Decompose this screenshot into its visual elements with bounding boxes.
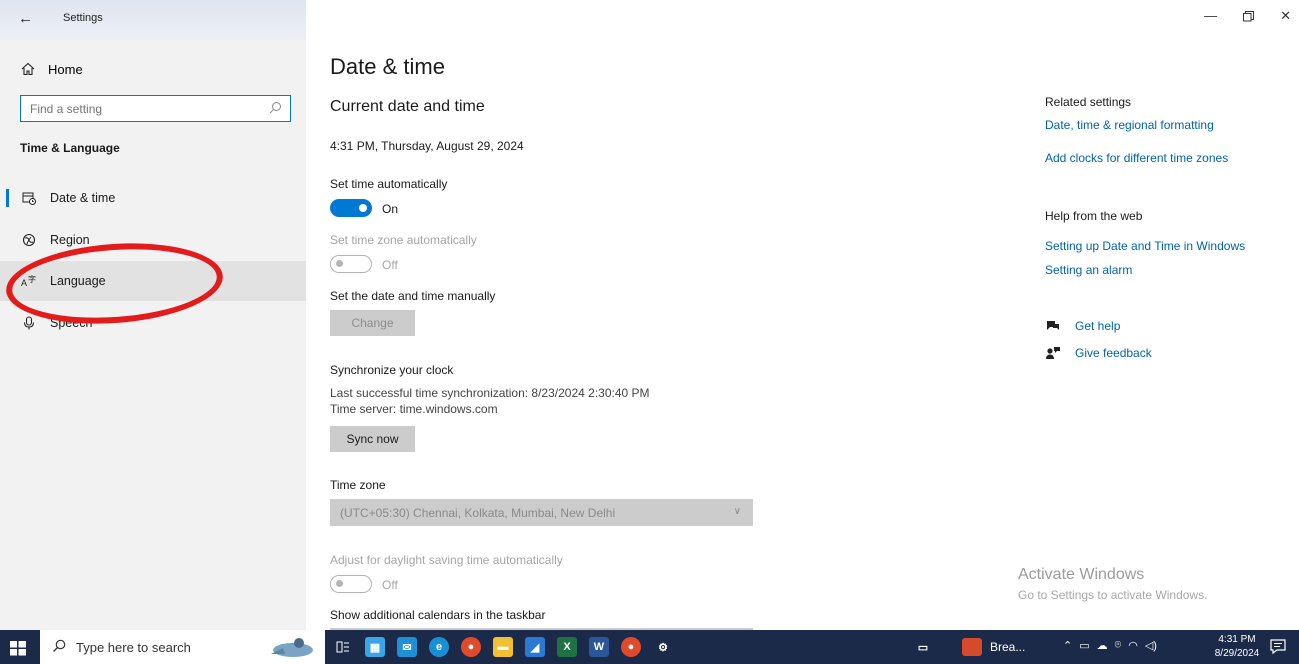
set-timezone-auto-state: Off — [382, 258, 398, 272]
taskbar-app-breakfast[interactable]: Brea... — [962, 634, 1025, 660]
sync-last-time: Last successful time synchronization: 8/… — [330, 386, 650, 400]
battery-icon[interactable]: ▭ — [1079, 639, 1089, 652]
home-label: Home — [48, 61, 83, 77]
dst-toggle[interactable] — [330, 575, 372, 593]
activate-watermark: Activate Windows — [1018, 566, 1145, 583]
app-title: Settings — [63, 12, 103, 24]
chrome-icon[interactable]: ● — [461, 637, 481, 657]
find-setting-search[interactable] — [20, 95, 291, 122]
regional-formatting-link[interactable]: Date, time & regional formatting — [1045, 118, 1214, 132]
related-settings-heading: Related settings — [1045, 95, 1132, 109]
help-date-time-link[interactable]: Setting up Date and Time in Windows — [1045, 239, 1245, 253]
edge-icon[interactable]: e — [429, 637, 449, 657]
home-icon — [20, 61, 36, 77]
page-title: Date & time — [330, 54, 445, 79]
help-alarm-link[interactable]: Setting an alarm — [1045, 263, 1132, 277]
dst-state: Off — [382, 578, 398, 592]
sync-heading: Synchronize your clock — [330, 363, 454, 377]
set-timezone-auto-label: Set time zone automatically — [330, 233, 477, 247]
taskbar-app-label: Brea... — [990, 640, 1026, 654]
home-nav-item[interactable]: Home — [20, 58, 83, 80]
sidebar-item-date-time[interactable]: Date & time — [0, 178, 306, 218]
sidebar-item-label: Region — [50, 233, 90, 247]
sync-time-server: Time server: time.windows.com — [330, 402, 498, 416]
back-arrow-icon[interactable]: ← — [18, 10, 33, 27]
manual-date-label: Set the date and time manually — [330, 289, 496, 303]
additional-calendars-label: Show additional calendars in the taskbar — [330, 608, 546, 622]
search-icon — [52, 639, 66, 656]
change-button[interactable]: Change — [330, 310, 415, 336]
mail-icon[interactable]: ✉ — [397, 637, 417, 657]
taskbar-search[interactable]: Type here to search — [40, 630, 325, 664]
app-icon — [962, 638, 982, 656]
add-clocks-link[interactable]: Add clocks for different time zones — [1045, 151, 1228, 165]
main-content: — ✕ Date & time Current date and time 4:… — [306, 0, 1299, 632]
globe-icon — [20, 233, 38, 247]
sidebar-item-label: Date & time — [50, 191, 116, 205]
window-controls: — ✕ — [1204, 8, 1291, 25]
onedrive-icon[interactable]: ☁ — [1097, 639, 1108, 652]
microphone-icon — [20, 316, 38, 330]
taskbar-search-placeholder: Type here to search — [76, 639, 191, 655]
activate-watermark-sub: Go to Settings to activate Windows. — [1018, 588, 1208, 602]
volume-icon[interactable]: ◁) — [1145, 639, 1157, 652]
calculator-icon[interactable]: ▦ — [365, 637, 385, 657]
taskbar-clock[interactable]: 4:31 PM 8/29/2024 — [1214, 633, 1260, 661]
get-help-link[interactable]: Get help — [1045, 319, 1120, 333]
snipping-tool-icon[interactable]: ◢ — [525, 637, 545, 657]
restore-icon[interactable] — [1243, 8, 1255, 25]
clock-date: 8/29/2024 — [1214, 648, 1260, 659]
set-time-auto-label: Set time automatically — [330, 177, 448, 191]
task-view-icon[interactable] — [333, 637, 353, 657]
selection-indicator — [6, 189, 9, 207]
excel-icon[interactable]: X — [557, 637, 577, 657]
settings-gear-icon[interactable]: ⚙ — [653, 637, 673, 657]
chrome-profile-icon[interactable]: ● — [621, 637, 641, 657]
bluetooth-icon[interactable]: ⌾ — [1115, 639, 1122, 652]
chat-help-icon — [1045, 319, 1063, 333]
search-highlight-icon — [263, 634, 317, 660]
system-tray: ⌃ ▭ ☁ ⌾ ◠ ◁) — [1063, 639, 1157, 652]
sidebar: ← Settings Home Time & Language Date & t… — [0, 0, 306, 630]
notification-icon[interactable] — [1269, 638, 1287, 661]
minimize-icon[interactable]: — — [1204, 8, 1217, 25]
set-timezone-auto-toggle[interactable] — [330, 255, 372, 273]
give-feedback-link[interactable]: Give feedback — [1045, 346, 1152, 360]
file-explorer-icon[interactable]: ▬ — [493, 637, 513, 657]
timezone-select[interactable]: (UTC+05:30) Chennai, Kolkata, Mumbai, Ne… — [330, 499, 753, 526]
timezone-value: (UTC+05:30) Chennai, Kolkata, Mumbai, Ne… — [340, 505, 616, 520]
clock-time: 4:31 PM — [1218, 634, 1256, 645]
current-date-value: 4:31 PM, Thursday, August 29, 2024 — [330, 139, 524, 153]
search-icon[interactable] — [269, 101, 282, 119]
chevron-up-icon[interactable]: ⌃ — [1063, 639, 1072, 652]
timezone-label: Time zone — [330, 478, 386, 492]
taskbar: Type here to search ▦ ✉ e ● ▬ ◢ X W ● ⚙ … — [0, 630, 1299, 664]
sync-now-button[interactable]: Sync now — [330, 426, 415, 452]
word-icon[interactable]: W — [589, 637, 609, 657]
give-feedback-label: Give feedback — [1075, 346, 1152, 360]
windows-start-icon[interactable] — [8, 638, 28, 658]
close-icon[interactable]: ✕ — [1280, 8, 1291, 25]
feedback-icon — [1045, 346, 1063, 360]
get-help-label: Get help — [1075, 319, 1121, 333]
search-input[interactable] — [21, 101, 261, 116]
settings-window: ← Settings Home Time & Language Date & t… — [0, 0, 1299, 632]
section-title: Time & Language — [20, 141, 120, 155]
set-time-auto-toggle[interactable] — [330, 199, 372, 217]
calendar-clock-icon — [20, 191, 38, 205]
set-time-auto-state: On — [382, 202, 399, 216]
keyboard-icon[interactable]: ▭ — [913, 637, 933, 657]
dst-label: Adjust for daylight saving time automati… — [330, 553, 563, 567]
help-web-heading: Help from the web — [1045, 209, 1143, 223]
current-date-heading: Current date and time — [330, 98, 485, 115]
wifi-icon[interactable]: ◠ — [1128, 639, 1138, 652]
title-bar: ← Settings — [0, 0, 306, 40]
chevron-down-icon: ∨ — [733, 506, 741, 517]
